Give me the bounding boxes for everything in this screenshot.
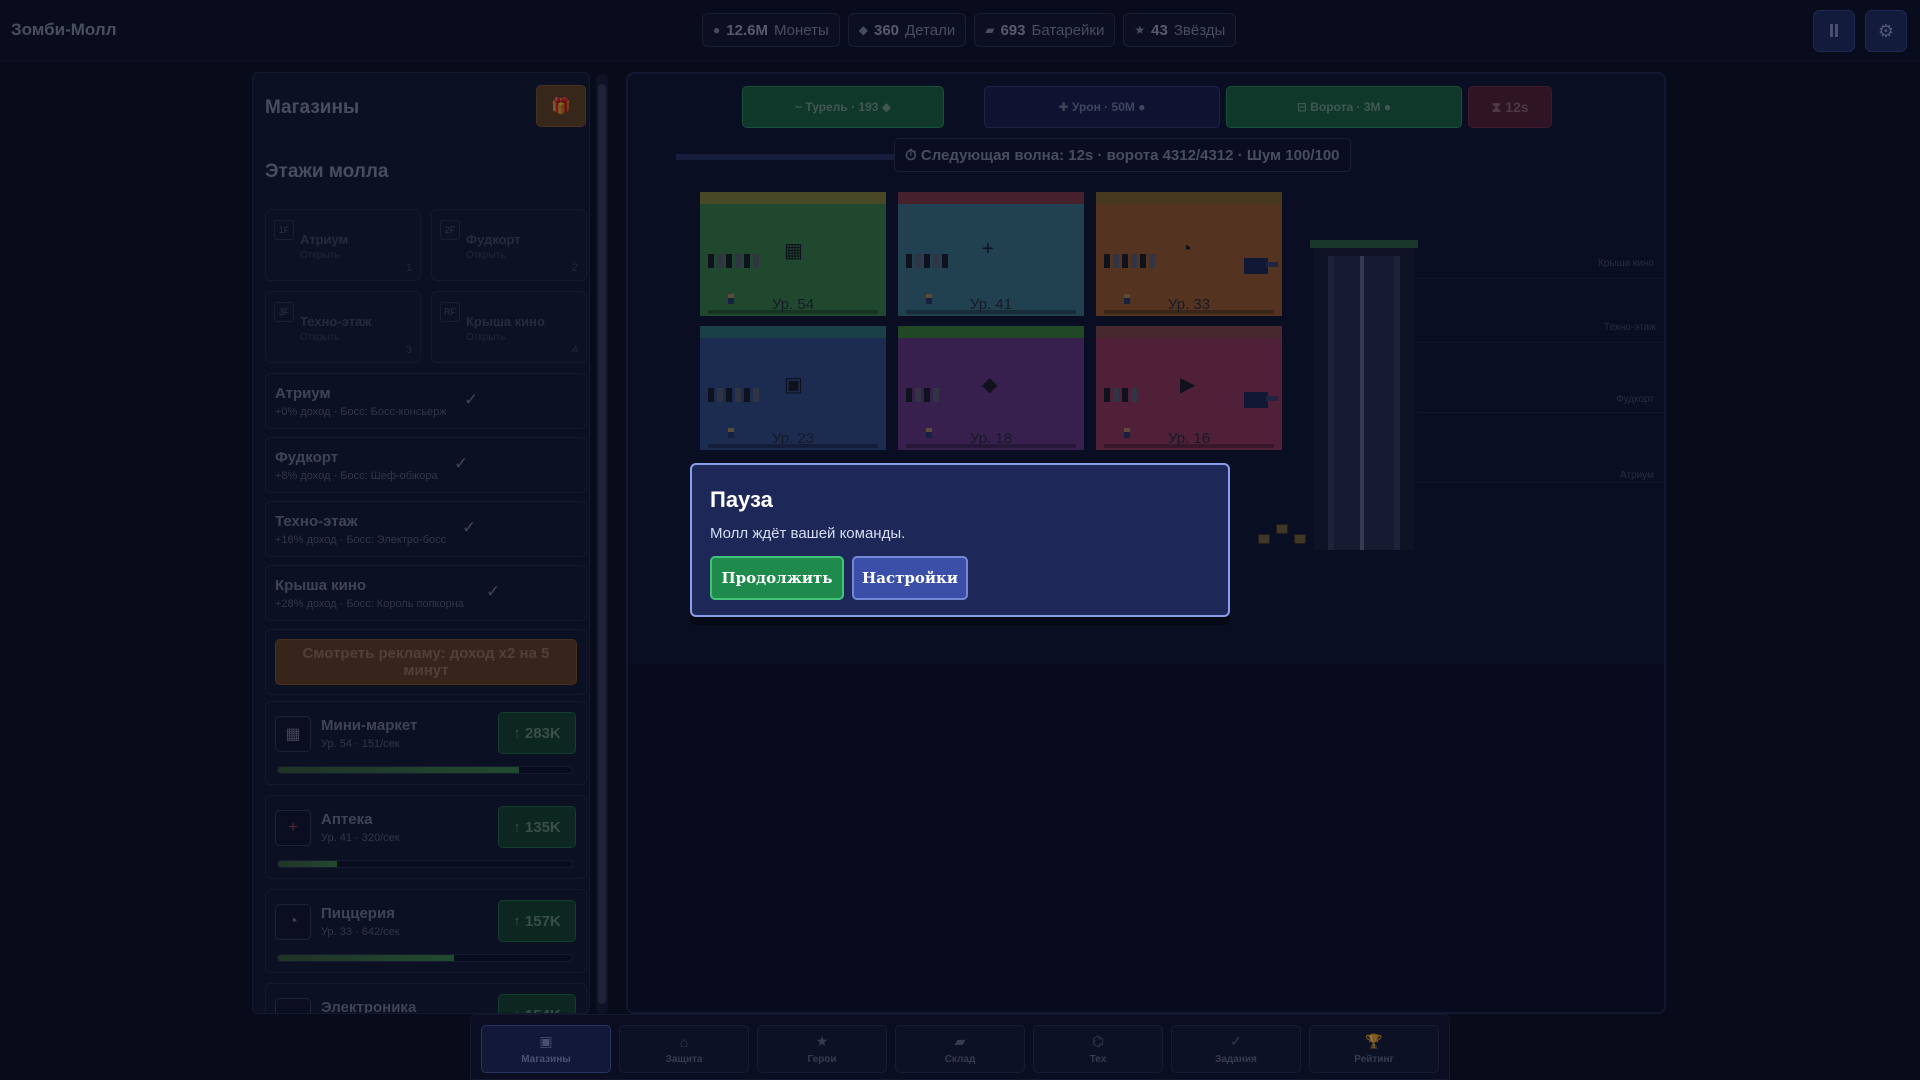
pause-dialog: Пауза Молл ждёт вашей команды. Продолжит… [690, 463, 1230, 617]
continue-button[interactable]: Продолжить [710, 556, 844, 600]
dialog-title: Пауза [710, 487, 773, 512]
settings-dialog-button[interactable]: Настройки [852, 556, 968, 600]
dialog-text: Молл ждёт вашей команды. [710, 525, 906, 542]
